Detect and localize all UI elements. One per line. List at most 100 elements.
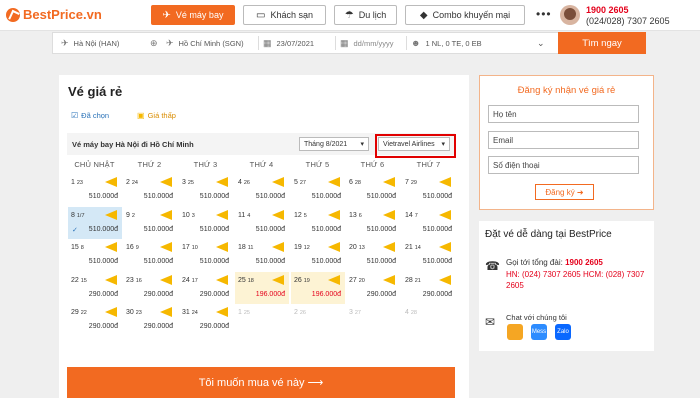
flight-flag-icon (272, 242, 284, 252)
hotline-line: Gọi tới tổng đài: 1900 2605 (506, 258, 603, 267)
legend-cheap: ▣ Giá thấp (137, 111, 176, 120)
month-select[interactable]: Tháng 8/2021 ▾ (299, 137, 369, 151)
calendar-day[interactable]: 1 23 510.000đ (68, 174, 122, 206)
name-input[interactable]: Họ tên (488, 105, 639, 123)
office-phones[interactable]: HN: (024) 7307 2605 HCM: (028) 7307 2605 (506, 269, 646, 291)
calendar-day[interactable]: 23 16 290.000đ (123, 271, 177, 304)
calendar-day[interactable]: 4 26 510.000đ (235, 174, 289, 206)
return-date-placeholder: dd/mm/yyyy (353, 38, 394, 48)
search-button[interactable]: Tìm ngay (558, 32, 646, 54)
day-number: 24 17 (182, 277, 198, 284)
more-menu-icon[interactable]: ••• (536, 7, 552, 21)
calendar-day[interactable]: 2 24 510.000đ (123, 174, 177, 206)
calendar-day[interactable]: 6 28 510.000đ (346, 174, 400, 206)
solar-date: 21 (405, 244, 413, 251)
calendar-day[interactable]: 31 24 290.000đ (179, 304, 233, 336)
logo[interactable]: BestPrice.vn (6, 7, 102, 22)
lunar-date: 28 (410, 310, 417, 316)
calendar-day[interactable]: 18 11 510.000đ (235, 239, 289, 271)
calendar-day[interactable]: 19 12 510.000đ (291, 239, 345, 271)
lunar-date: 15 (80, 277, 87, 284)
route-subtitle: Vé máy bay Hà Nội đi Hồ Chí Minh (72, 140, 194, 149)
calendar-day[interactable]: 17 10 510.000đ (179, 239, 233, 271)
calendar-day[interactable]: 12 5 510.000đ (291, 206, 345, 239)
nav-flights[interactable]: ✈ Vé máy bay (151, 5, 235, 25)
nav-tours[interactable]: ☂ Du lịch (334, 5, 397, 25)
zalo-icon[interactable]: Zalo (555, 324, 571, 340)
fare-price: 510.000đ (88, 258, 118, 265)
divider (258, 36, 259, 50)
calendar-day[interactable]: 27 20 290.000đ (346, 271, 400, 304)
flight-flag-icon (439, 177, 451, 187)
lunar-date: 27 (354, 310, 361, 316)
flight-flag-icon (105, 242, 117, 252)
bed-icon: ▭ (256, 9, 266, 21)
nav-flights-label: Vé máy bay (175, 10, 224, 20)
solar-date: 5 (294, 179, 298, 186)
calendar-day[interactable]: 14 7 510.000đ (402, 206, 456, 239)
swap-icon[interactable]: ⊕ (150, 33, 163, 53)
day-number: 26 19 (294, 277, 310, 284)
nav-hotels[interactable]: ▭ Khách sạn (243, 5, 326, 25)
calendar-day[interactable]: 16 9 510.000đ (123, 239, 177, 271)
legend-cheap-label: Giá thấp (147, 111, 176, 120)
flight-flag-icon (383, 177, 395, 187)
calendar-day[interactable]: 9 2 510.000đ (123, 206, 177, 239)
phone-input[interactable]: Số điện thoại (488, 156, 639, 174)
solar-date: 28 (405, 276, 413, 284)
calendar-day[interactable]: 30 23 290.000đ (123, 304, 177, 336)
messenger-icon[interactable]: Mess (531, 324, 547, 340)
header-hotline[interactable]: 1900 2605 (586, 5, 629, 15)
fare-price: 510.000đ (366, 193, 396, 200)
messenger-label: Mess (531, 329, 547, 335)
calendar-day[interactable]: 20 13 510.000đ (346, 239, 400, 271)
plane-icon: ✈ (162, 9, 171, 21)
calendar-day[interactable]: 15 8 510.000đ (68, 239, 122, 271)
calendar-day[interactable]: 13 6 510.000đ (346, 206, 400, 239)
register-button[interactable]: Đăng ký ➜ (535, 184, 594, 200)
calendar-day[interactable]: 5 27 510.000đ (291, 174, 345, 206)
calendar-day[interactable]: 25 18 196.000đ (235, 271, 289, 304)
livechat-icon[interactable] (507, 324, 523, 340)
calendar-day[interactable]: 24 17 290.000đ (179, 271, 233, 304)
calendar-day[interactable]: 21 14 510.000đ (402, 239, 456, 271)
calendar-day[interactable]: 3 25 510.000đ (179, 174, 233, 206)
day-number: 8 1/7 (71, 212, 85, 219)
depart-date-field[interactable]: ▦ 23/07/2021 (263, 33, 333, 53)
calendar-day[interactable]: 29 22 290.000đ (68, 304, 122, 336)
flight-flag-icon (383, 209, 395, 220)
flight-flag-icon (160, 177, 172, 187)
to-field[interactable]: ✈ Hồ Chí Minh (SGN) (166, 33, 261, 53)
email-input[interactable]: Email (488, 131, 639, 149)
calendar-day[interactable]: 7 29 510.000đ (402, 174, 456, 206)
day-number: 17 10 (182, 244, 198, 251)
fare-price: 510.000đ (311, 193, 341, 200)
fare-price: 290.000đ (366, 290, 396, 298)
calendar-day[interactable]: 11 4 510.000đ (235, 206, 289, 239)
calendar-day[interactable]: 22 15 290.000đ (68, 271, 122, 304)
calendar-day[interactable]: 28 21 290.000đ (402, 271, 456, 304)
day-number: 2 26 (294, 309, 306, 316)
header-hotline-2[interactable]: (024/028) 7307 2605 (586, 16, 670, 26)
lunar-date: 7 (414, 212, 418, 219)
hotline-number[interactable]: 1900 2605 (565, 258, 603, 267)
nav-combo[interactable]: ◆ Combo khuyến mại (405, 5, 525, 25)
weekday-header: THỨ 7 (416, 160, 441, 169)
fare-price: 510.000đ (143, 258, 173, 265)
avatar[interactable] (560, 5, 580, 25)
solar-date: 2 (294, 309, 298, 316)
legend-selected-label: Đã chọn (81, 111, 110, 120)
lunar-date: 22 (80, 310, 87, 316)
return-date-field[interactable]: ▦ dd/mm/yyyy (340, 33, 405, 53)
calendar-day[interactable]: 10 3 510.000đ (179, 206, 233, 239)
passenger-field[interactable]: ☻ 1 NL, 0 TE, 0 EB ⌄ (411, 33, 551, 53)
solar-date: 15 (71, 244, 79, 251)
fare-price: 290.000đ (88, 323, 118, 330)
buy-ticket-button[interactable]: Tôi muốn mua vé này ⟶ (67, 367, 455, 398)
from-field[interactable]: ✈ Hà Nội (HAN) (61, 33, 151, 53)
solar-date: 31 (182, 309, 190, 316)
calendar-day[interactable]: 8 1/7 510.000đ ✓ (68, 206, 122, 239)
calendar-day[interactable]: 26 19 196.000đ (291, 271, 345, 304)
flight-flag-icon (272, 274, 284, 285)
solar-date: 10 (182, 211, 190, 219)
